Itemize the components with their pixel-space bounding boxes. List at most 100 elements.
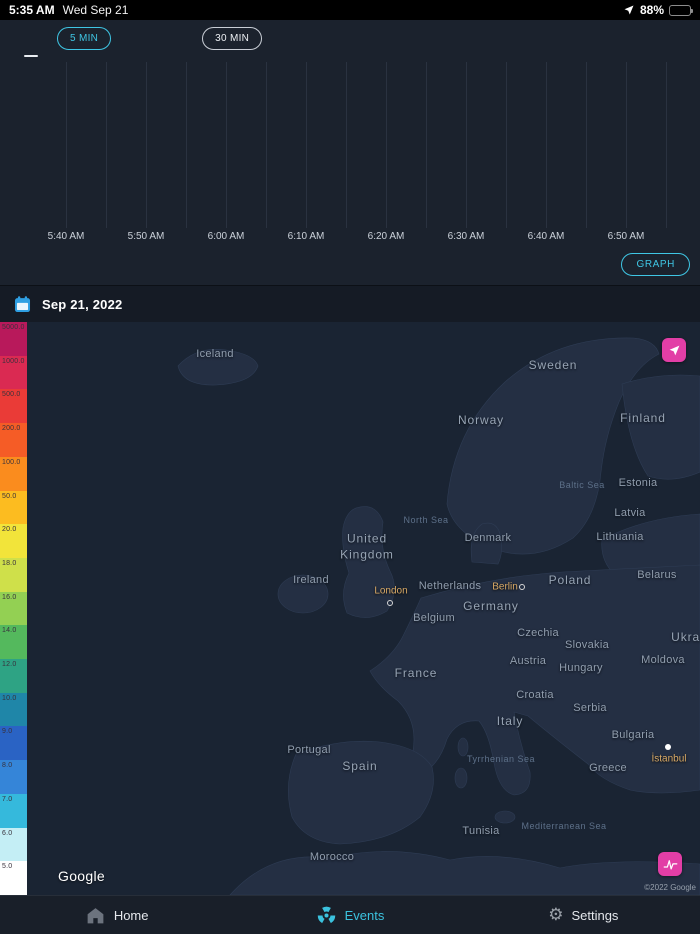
- gridline: [586, 62, 587, 228]
- graph-button[interactable]: GRAPH: [621, 253, 690, 276]
- map-label-sea: North Sea: [403, 515, 449, 526]
- map-label-country-lg: France: [394, 666, 438, 681]
- scale-cell: 1000.0: [0, 355, 27, 390]
- map-label-country: Belarus: [637, 568, 677, 581]
- gridline: [226, 62, 227, 228]
- istanbul-marker: [665, 744, 671, 750]
- chart-gridlines: [0, 62, 700, 228]
- gridline: [626, 62, 627, 228]
- chart-line-segment: [24, 55, 38, 57]
- google-logo: Google: [58, 868, 105, 884]
- status-date: Wed Sep 21: [62, 3, 129, 17]
- x-axis-tick: 5:50 AM: [127, 231, 165, 242]
- map-label-city: London: [374, 585, 408, 597]
- map-label-country: Czechia: [517, 626, 559, 639]
- scale-cell: 16.0: [0, 591, 27, 626]
- x-axis-tick: 6:50 AM: [607, 231, 645, 242]
- status-left: 5:35 AM Wed Sep 21: [9, 3, 128, 17]
- map-label-sea: Tyrrhenian Sea: [466, 754, 536, 765]
- gridline: [386, 62, 387, 228]
- radiation-icon: [316, 905, 337, 926]
- tab-bar: Home Events ⚙ Settings: [0, 895, 700, 934]
- battery-percent: 88%: [639, 3, 664, 17]
- map-label-country-lg: Ukraine: [671, 630, 700, 645]
- map-label-country-lg: Finland: [620, 411, 666, 426]
- map-label-sea: Baltic Sea: [559, 480, 605, 491]
- map-label-country: Latvia: [614, 506, 646, 519]
- x-axis-tick: 6:00 AM: [207, 231, 245, 242]
- map-label-country: Ireland: [293, 573, 329, 586]
- scale-cell: 5000.0: [0, 322, 27, 356]
- tab-home[interactable]: Home: [0, 896, 233, 934]
- map-label-country: Serbia: [573, 701, 607, 714]
- scale-cell: 100.0: [0, 456, 27, 491]
- x-axis-tick: 6:20 AM: [367, 231, 405, 242]
- map[interactable]: Iceland Sweden Norway Finland Estonia Baltic …: [0, 322, 700, 895]
- tab-events-label: Events: [344, 907, 385, 923]
- map-label-country: Moldova: [641, 653, 685, 666]
- x-axis-tick: 6:30 AM: [447, 231, 485, 242]
- scale-cell: 20.0: [0, 524, 27, 558]
- map-labels: Iceland Sweden Norway Finland Estonia Baltic …: [0, 322, 700, 895]
- map-label-country-lg: Italy: [496, 714, 524, 729]
- map-label-country: Slovakia: [565, 638, 609, 651]
- x-axis-tick: 5:40 AM: [47, 231, 85, 242]
- chart-panel: 5 MIN 30 MIN 5:40 AM 5:50 AM 6:00 AM 6:10 AM…: [0, 20, 700, 285]
- date-label: Sep 21, 2022: [42, 296, 123, 312]
- map-label-country: Greece: [589, 761, 627, 774]
- location-icon: [623, 4, 635, 16]
- tab-events[interactable]: Events: [233, 896, 466, 934]
- scale-cell: 7.0: [0, 793, 27, 828]
- gridline: [306, 62, 307, 228]
- map-label-country-lg: Poland: [548, 573, 592, 588]
- status-time: 5:35 AM: [9, 3, 55, 17]
- gridline: [146, 62, 147, 228]
- tab-settings[interactable]: ⚙ Settings: [467, 896, 700, 934]
- locate-icon: [668, 344, 681, 357]
- gridline: [506, 62, 507, 228]
- gridline: [346, 62, 347, 228]
- date-bar: Sep 21, 2022: [0, 285, 700, 322]
- map-label-country: Estonia: [618, 476, 658, 489]
- scale-cell: 6.0: [0, 827, 27, 862]
- status-right: 88%: [623, 3, 693, 17]
- app-screen: 5:35 AM Wed Sep 21 88% 5 MIN 30 MIN 5:40 …: [0, 0, 700, 934]
- map-label-country: Portugal: [287, 743, 331, 756]
- map-label-country: Austria: [509, 654, 547, 667]
- chart-x-ticks: 5:40 AM 5:50 AM 6:00 AM 6:10 AM 6:20 AM 6:30 …: [0, 231, 700, 245]
- map-copyright: ©2022 Google: [644, 883, 696, 892]
- map-label-country: Denmark: [464, 531, 512, 544]
- gridline: [106, 62, 107, 228]
- map-label-country: Tunisia: [462, 824, 500, 837]
- scale-cell: 9.0: [0, 726, 27, 761]
- locate-button[interactable]: [662, 338, 686, 362]
- scale-cell: 18.0: [0, 557, 27, 592]
- tab-home-label: Home: [113, 907, 149, 923]
- map-label-country: Morocco: [309, 850, 355, 863]
- map-label-country: Belgium: [413, 611, 455, 624]
- scale-cell: 8.0: [0, 760, 27, 794]
- map-label-country: Hungary: [559, 661, 603, 674]
- gridline: [666, 62, 667, 228]
- map-label-city: İstanbul: [651, 753, 687, 765]
- tab-settings-label: Settings: [571, 907, 619, 923]
- calendar-icon[interactable]: [13, 295, 32, 314]
- gridline: [266, 62, 267, 228]
- color-scale: 5000.0 1000.0 500.0 200.0 100.0 50.0 20.0 18.0 1…: [0, 322, 27, 895]
- map-label-country: Bulgaria: [611, 728, 655, 741]
- map-label-country-lg: Sweden: [528, 358, 578, 373]
- gridline: [66, 62, 67, 228]
- interval-button-5-min[interactable]: 5 MIN: [57, 27, 112, 50]
- gridline: [426, 62, 427, 228]
- map-label-city: Berlin: [492, 581, 518, 593]
- berlin-marker: [519, 584, 525, 590]
- x-axis-tick: 6:40 AM: [527, 231, 565, 242]
- gridline: [186, 62, 187, 228]
- spectrum-button[interactable]: [658, 852, 682, 876]
- scale-cell: 5.0: [0, 861, 27, 895]
- map-label-country-lg: Norway: [457, 413, 505, 428]
- status-bar: 5:35 AM Wed Sep 21 88%: [0, 0, 700, 20]
- interval-button-30-min[interactable]: 30 MIN: [202, 27, 263, 50]
- london-marker: [387, 600, 393, 606]
- x-axis-tick: 6:10 AM: [287, 231, 325, 242]
